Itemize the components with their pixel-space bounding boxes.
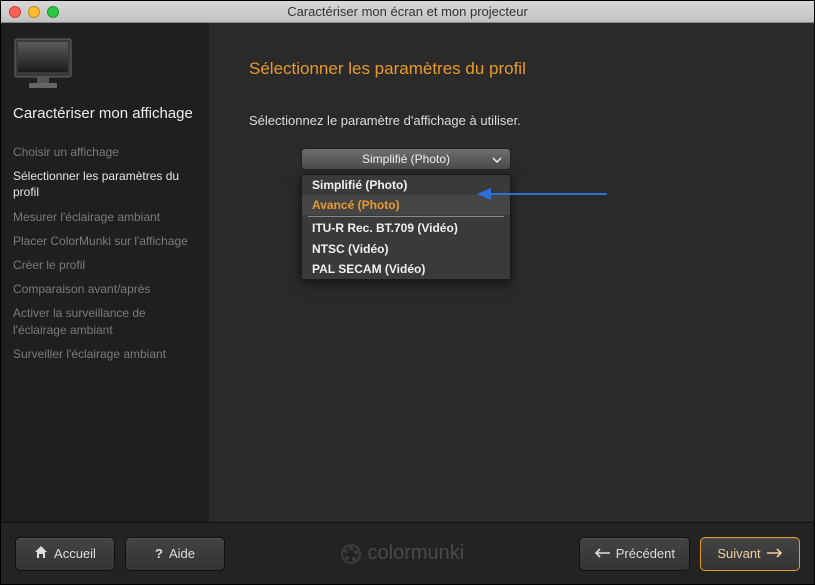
title-bar: Caractériser mon écran et mon projecteur (1, 1, 814, 23)
window-body: Caractériser mon affichage Choisir un af… (1, 23, 814, 522)
step-place-device[interactable]: Placer ColorMunki sur l'affichage (13, 229, 197, 253)
maximize-icon[interactable] (47, 6, 59, 18)
option-pal-secam-video[interactable]: PAL SECAM (Vidéo) (302, 259, 510, 279)
home-button[interactable]: Accueil (15, 537, 115, 571)
monitor-icon (13, 37, 197, 91)
sidebar-title: Caractériser mon affichage (13, 105, 197, 122)
arrow-left-icon (594, 546, 610, 561)
footer-brand-area: colormunki (235, 542, 569, 565)
arrow-right-icon (767, 546, 783, 561)
next-button-label: Suivant (717, 546, 760, 561)
prev-button[interactable]: Précédent (579, 537, 690, 571)
home-button-label: Accueil (54, 546, 96, 561)
home-icon (34, 545, 48, 562)
step-choose-display[interactable]: Choisir un affichage (13, 140, 197, 164)
step-enable-ambient[interactable]: Activer la surveillance de l'éclairage a… (13, 301, 197, 341)
profile-dropdown-list: Simplifié (Photo) Avancé (Photo) ITU-R R… (301, 174, 511, 280)
step-create-profile[interactable]: Créer le profil (13, 253, 197, 277)
option-ntsc-video[interactable]: NTSC (Vidéo) (302, 239, 510, 259)
step-list: Choisir un affichage Sélectionner les pa… (13, 140, 197, 366)
main-panel: Sélectionner les paramètres du profil Sé… (209, 23, 814, 522)
step-monitor-ambient[interactable]: Surveiller l'éclairage ambiant (13, 342, 197, 366)
page-instruction: Sélectionnez le paramètre d'affichage à … (249, 113, 784, 128)
dropdown-separator (308, 216, 504, 217)
close-icon[interactable] (9, 6, 21, 18)
footer-bar: Accueil ? Aide colormunki (1, 522, 814, 584)
window-title: Caractériser mon écran et mon projecteur (1, 4, 814, 19)
brand-label: colormunki (368, 542, 465, 565)
sidebar: Caractériser mon affichage Choisir un af… (1, 23, 209, 522)
chevron-down-icon (492, 152, 502, 166)
option-itu-video[interactable]: ITU-R Rec. BT.709 (Vidéo) (302, 218, 510, 238)
minimize-icon[interactable] (28, 6, 40, 18)
profile-dropdown-button[interactable]: Simplifié (Photo) (301, 148, 511, 170)
brand-logo: colormunki (340, 542, 465, 565)
help-button-label: Aide (169, 546, 195, 561)
help-icon: ? (155, 546, 163, 561)
traffic-lights (9, 6, 59, 18)
step-measure-ambient[interactable]: Mesurer l'éclairage ambiant (13, 205, 197, 229)
next-button[interactable]: Suivant (700, 537, 800, 571)
step-profile-params[interactable]: Sélectionner les paramètres du profil (13, 164, 197, 204)
page-heading: Sélectionner les paramètres du profil (249, 59, 784, 79)
profile-dropdown-selected: Simplifié (Photo) (362, 152, 450, 166)
app-window: Caractériser mon écran et mon projecteur (0, 0, 815, 585)
option-advanced-photo[interactable]: Avancé (Photo) (302, 195, 510, 215)
brand-icon (340, 543, 362, 565)
profile-dropdown: Simplifié (Photo) Simplifié (Photo) Avan… (301, 148, 511, 280)
prev-button-label: Précédent (616, 546, 675, 561)
step-compare[interactable]: Comparaison avant/après (13, 277, 197, 301)
help-button[interactable]: ? Aide (125, 537, 225, 571)
option-simplified-photo[interactable]: Simplifié (Photo) (302, 175, 510, 195)
